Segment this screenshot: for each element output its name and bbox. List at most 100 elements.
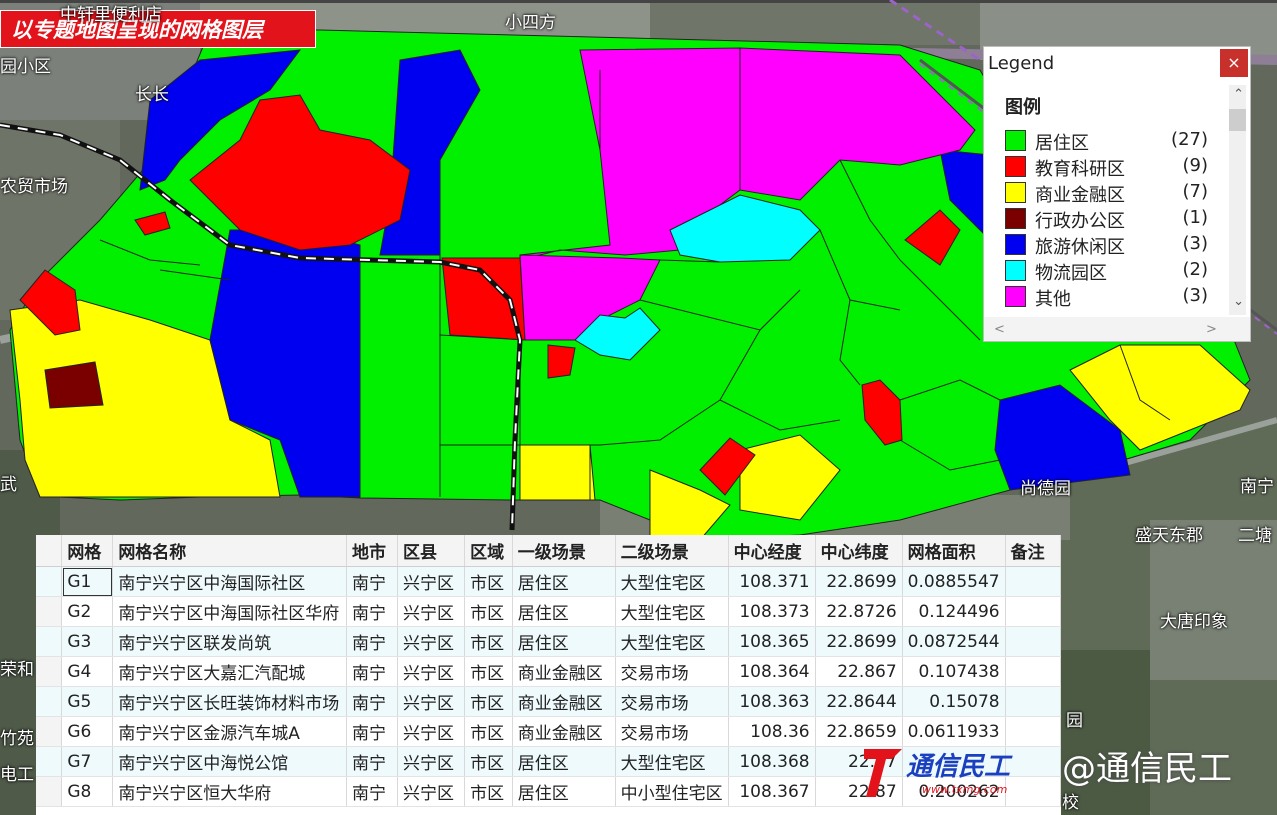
- row-header[interactable]: [36, 776, 63, 807]
- table-cell[interactable]: 市区: [464, 716, 513, 747]
- table-cell[interactable]: 南宁: [346, 566, 399, 597]
- table-cell[interactable]: 22.8699: [815, 566, 903, 597]
- table-cell[interactable]: 市区: [464, 686, 513, 717]
- table-row[interactable]: G5 南宁兴宁区长旺装饰材料市场 南宁 兴宁区 市区 商业金融区 交易市场 108.363 22…: [36, 686, 1061, 717]
- table-cell[interactable]: 0.0885547: [902, 566, 1006, 597]
- table-cell[interactable]: 商业金融区: [512, 716, 616, 747]
- table-cell[interactable]: 交易市场: [615, 656, 729, 687]
- table-cell[interactable]: 交易市场: [615, 686, 729, 717]
- table-cell[interactable]: 交易市场: [615, 716, 729, 747]
- table-cell[interactable]: 大型住宅区: [615, 596, 729, 627]
- table-cell[interactable]: [1005, 596, 1061, 627]
- table-cell[interactable]: 22.8726: [815, 596, 903, 627]
- table-cell[interactable]: 108.363: [728, 686, 816, 717]
- table-cell[interactable]: 居住区: [512, 776, 616, 807]
- table-cell[interactable]: 108.365: [728, 626, 816, 657]
- table-cell[interactable]: 南宁兴宁区联发尚筑: [112, 626, 348, 657]
- table-cell[interactable]: 南宁兴宁区金源汽车城A: [112, 716, 348, 747]
- table-cell[interactable]: 兴宁区: [397, 596, 466, 627]
- table-cell[interactable]: 南宁: [346, 776, 399, 807]
- table-row[interactable]: G4 南宁兴宁区大嘉汇汽配城 南宁 兴宁区 市区 商业金融区 交易市场 108.364 22.8…: [36, 656, 1061, 687]
- horizontal-scrollbar[interactable]: < >: [984, 317, 1250, 341]
- table-cell[interactable]: 市区: [464, 566, 513, 597]
- table-cell[interactable]: G3: [61, 626, 114, 657]
- table-cell[interactable]: [1005, 626, 1061, 657]
- row-header[interactable]: [36, 626, 63, 657]
- row-header[interactable]: [36, 656, 63, 687]
- table-cell[interactable]: 市区: [464, 746, 513, 777]
- table-cell[interactable]: 0.0611933: [902, 716, 1006, 747]
- column-header[interactable]: 中心经度: [728, 535, 816, 567]
- table-cell[interactable]: 108.371: [728, 566, 816, 597]
- table-cell[interactable]: [1005, 686, 1061, 717]
- table-cell[interactable]: 市区: [464, 596, 513, 627]
- table-cell[interactable]: 22.8659: [815, 716, 903, 747]
- table-cell[interactable]: 大型住宅区: [615, 626, 729, 657]
- table-cell[interactable]: 市区: [464, 626, 513, 657]
- table-cell[interactable]: 兴宁区: [397, 746, 466, 777]
- table-cell[interactable]: 南宁兴宁区恒大华府: [112, 776, 348, 807]
- table-cell[interactable]: [1005, 566, 1061, 597]
- column-header[interactable]: 备注: [1005, 535, 1061, 567]
- column-header[interactable]: 中心纬度: [815, 535, 903, 567]
- table-cell[interactable]: 南宁兴宁区大嘉汇汽配城: [112, 656, 348, 687]
- table-cell[interactable]: 居住区: [512, 746, 616, 777]
- column-header[interactable]: 网格: [61, 535, 114, 567]
- table-cell[interactable]: 南宁兴宁区中海国际社区: [112, 566, 348, 597]
- row-header[interactable]: [36, 746, 63, 777]
- close-button[interactable]: ×: [1220, 49, 1248, 77]
- column-header[interactable]: 二级场景: [615, 535, 729, 567]
- row-header[interactable]: [36, 716, 63, 747]
- scrollbar-thumb[interactable]: [1229, 109, 1246, 131]
- table-row[interactable]: G2 南宁兴宁区中海国际社区华府 南宁 兴宁区 市区 居住区 大型住宅区 108.373 22.…: [36, 596, 1061, 627]
- table-cell[interactable]: G1: [61, 566, 114, 597]
- scroll-down-icon[interactable]: ⌄: [1233, 294, 1244, 309]
- table-cell[interactable]: 中小型住宅区: [615, 776, 729, 807]
- table-cell[interactable]: 108.36: [728, 716, 816, 747]
- table-cell[interactable]: 兴宁区: [397, 686, 466, 717]
- table-cell[interactable]: 22.8699: [815, 626, 903, 657]
- table-cell[interactable]: 商业金融区: [512, 686, 616, 717]
- table-cell[interactable]: 0.15078: [902, 686, 1006, 717]
- table-cell[interactable]: [1005, 656, 1061, 687]
- table-cell[interactable]: 南宁兴宁区中海悦公馆: [112, 746, 348, 777]
- table-cell[interactable]: G4: [61, 656, 114, 687]
- table-cell[interactable]: 108.373: [728, 596, 816, 627]
- column-header[interactable]: 网格面积: [902, 535, 1006, 567]
- table-cell[interactable]: 南宁兴宁区中海国际社区华府: [112, 596, 348, 627]
- table-cell[interactable]: 22.867: [815, 656, 903, 687]
- legend-window[interactable]: Legend × 图例 居住区 (27) 教育科研区 (9) 商业金融区 (7) 行政…: [983, 46, 1251, 342]
- table-cell[interactable]: G6: [61, 716, 114, 747]
- table-cell[interactable]: 0.124496: [902, 596, 1006, 627]
- scroll-left-icon[interactable]: <: [994, 322, 1005, 337]
- table-cell[interactable]: 市区: [464, 776, 513, 807]
- row-header[interactable]: [36, 566, 63, 597]
- table-row[interactable]: G3 南宁兴宁区联发尚筑 南宁 兴宁区 市区 居住区 大型住宅区 108.365 22.8699…: [36, 626, 1061, 657]
- table-cell[interactable]: 商业金融区: [512, 656, 616, 687]
- table-cell[interactable]: 兴宁区: [397, 626, 466, 657]
- table-cell[interactable]: [1005, 716, 1061, 747]
- table-cell[interactable]: 南宁: [346, 626, 399, 657]
- table-cell[interactable]: 南宁: [346, 656, 399, 687]
- table-cell[interactable]: 兴宁区: [397, 566, 466, 597]
- table-cell[interactable]: 大型住宅区: [615, 566, 729, 597]
- column-header[interactable]: 地市: [346, 535, 399, 567]
- column-header[interactable]: 区域: [464, 535, 513, 567]
- table-cell[interactable]: 居住区: [512, 566, 616, 597]
- table-cell[interactable]: 南宁: [346, 746, 399, 777]
- column-header[interactable]: 区县: [397, 535, 466, 567]
- table-cell[interactable]: G5: [61, 686, 114, 717]
- scroll-up-icon[interactable]: ⌃: [1233, 87, 1244, 102]
- table-cell[interactable]: G7: [61, 746, 114, 777]
- table-cell[interactable]: 居住区: [512, 596, 616, 627]
- table-cell[interactable]: 南宁: [346, 596, 399, 627]
- table-cell[interactable]: 108.367: [728, 776, 816, 807]
- table-cell[interactable]: 南宁: [346, 686, 399, 717]
- table-cell[interactable]: 0.107438: [902, 656, 1006, 687]
- table-cell[interactable]: 0.0872544: [902, 626, 1006, 657]
- table-row[interactable]: G1 南宁兴宁区中海国际社区 南宁 兴宁区 市区 居住区 大型住宅区 108.371 22.86…: [36, 566, 1061, 597]
- table-cell[interactable]: 108.368: [728, 746, 816, 777]
- table-cell[interactable]: 大型住宅区: [615, 746, 729, 777]
- table-cell[interactable]: 兴宁区: [397, 716, 466, 747]
- table-cell[interactable]: 南宁: [346, 716, 399, 747]
